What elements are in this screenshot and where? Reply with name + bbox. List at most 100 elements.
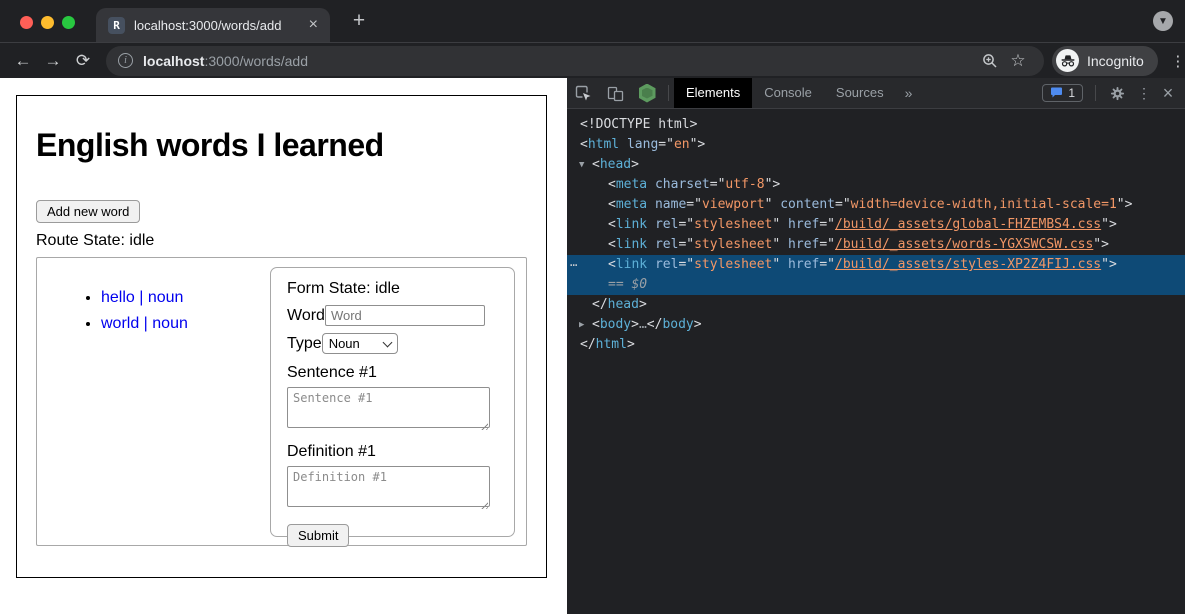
web-page: English words I learned Add new word Rou…: [0, 78, 567, 614]
devtools-close-icon[interactable]: ×: [1155, 83, 1181, 104]
minimize-window-button[interactable]: [41, 16, 54, 29]
dom-token: content: [780, 197, 835, 212]
dom-token: [647, 237, 655, 252]
tab-close-icon[interactable]: ×: [305, 16, 322, 34]
word-link[interactable]: hello | noun: [101, 289, 183, 306]
settings-gear-icon[interactable]: [1101, 78, 1133, 108]
dom-token: meta: [616, 197, 647, 212]
more-tabs-icon[interactable]: »: [896, 78, 922, 108]
dom-token: $0: [631, 277, 647, 292]
dom-line[interactable]: </html>: [567, 335, 1185, 355]
dom-line[interactable]: <meta name="viewport" content="width=dev…: [567, 195, 1185, 215]
dom-token: >: [631, 157, 639, 172]
forward-button[interactable]: →: [38, 51, 68, 71]
dom-token: html: [588, 137, 619, 152]
device-toolbar-icon[interactable]: [599, 78, 631, 108]
incognito-avatar-icon: [1056, 49, 1079, 72]
dom-token: head: [600, 157, 631, 172]
dom-token: =": [686, 197, 702, 212]
dom-token: <: [608, 217, 616, 232]
address-bar[interactable]: i localhost:3000/words/add ☆: [106, 46, 1044, 76]
dom-line[interactable]: == $0: [567, 275, 1185, 295]
dom-line[interactable]: <link rel="stylesheet" href="/build/_ass…: [567, 235, 1185, 255]
dom-token: rel: [655, 217, 678, 232]
dom-line[interactable]: <html lang="en">: [567, 135, 1185, 155]
browser-menu-icon[interactable]: ⋮: [1166, 52, 1185, 70]
devtools-tab-sources[interactable]: Sources: [824, 78, 896, 108]
devtools-panel: ElementsConsoleSources » 1 ⋮ × <!DOCTYPE…: [567, 78, 1185, 614]
dom-token: name: [655, 197, 686, 212]
definition-textarea[interactable]: [287, 466, 490, 507]
dom-token: meta: [616, 177, 647, 192]
expand-arrow-icon[interactable]: ▶: [579, 315, 592, 335]
dom-token: body: [662, 317, 693, 332]
dom-line[interactable]: <link rel="stylesheet" href="/build/_ass…: [567, 215, 1185, 235]
dom-token: rel: [655, 237, 678, 252]
app-container: English words I learned Add new word Rou…: [16, 95, 547, 578]
words-panel: hello | noun world | noun Form State: idl…: [36, 257, 527, 546]
inspect-element-icon[interactable]: [567, 78, 599, 108]
tab-search-button[interactable]: ▼: [1153, 11, 1173, 31]
close-window-button[interactable]: [20, 16, 33, 29]
collapse-arrow-icon[interactable]: ▼: [579, 155, 592, 175]
dom-token: [647, 217, 655, 232]
dom-line[interactable]: ⋯<link rel="stylesheet" href="/build/_as…: [567, 255, 1185, 275]
dom-line[interactable]: ▼<head>: [567, 155, 1185, 175]
dom-token: href: [788, 257, 819, 272]
devtools-toolbar-right: 1 ⋮ ×: [1042, 78, 1185, 108]
zoom-icon[interactable]: [976, 53, 1004, 69]
add-word-form: Form State: idle Word Type Noun: [270, 267, 515, 537]
devtools-tab-console[interactable]: Console: [752, 78, 824, 108]
submit-button[interactable]: Submit: [287, 524, 349, 547]
tab-title: localhost:3000/words/add: [134, 18, 305, 33]
dom-token: </: [647, 317, 663, 332]
devtools-menu-icon[interactable]: ⋮: [1133, 85, 1155, 102]
word-input[interactable]: [325, 305, 485, 326]
back-button[interactable]: ←: [8, 51, 38, 71]
extension-hexagon-icon[interactable]: [631, 78, 663, 108]
dom-token: html: [596, 337, 627, 352]
dom-line[interactable]: ▶<body>…</body>: [567, 315, 1185, 335]
list-item: world | noun: [101, 311, 188, 337]
type-select[interactable]: Noun: [322, 333, 398, 354]
stylesheet-link[interactable]: /build/_assets/words-YGXSWCSW.css: [835, 237, 1093, 252]
dom-token: link: [616, 217, 647, 232]
dom-token: ==: [608, 277, 631, 292]
dom-token: charset: [655, 177, 710, 192]
dom-line[interactable]: </head>: [567, 295, 1185, 315]
word-link[interactable]: world | noun: [101, 315, 188, 332]
dom-token: =": [710, 177, 726, 192]
dom-line[interactable]: <!DOCTYPE html>: [567, 115, 1185, 135]
incognito-badge[interactable]: Incognito: [1052, 46, 1158, 76]
new-tab-button[interactable]: +: [346, 8, 372, 34]
dom-token: lang: [627, 137, 658, 152]
dom-token: viewport: [702, 197, 765, 212]
sentence-label: Sentence #1: [287, 364, 498, 382]
site-info-icon[interactable]: i: [118, 53, 133, 68]
stylesheet-link[interactable]: /build/_assets/styles-XP2Z4FIJ.css: [835, 257, 1101, 272]
devtools-tab-elements[interactable]: Elements: [674, 78, 752, 108]
reload-button[interactable]: ⟳: [68, 51, 98, 71]
issues-badge[interactable]: 1: [1042, 84, 1083, 102]
window-controls: [20, 16, 75, 29]
stylesheet-link[interactable]: /build/_assets/global-FHZEMBS4.css: [835, 217, 1101, 232]
bookmark-star-icon[interactable]: ☆: [1004, 51, 1032, 71]
browser-tab[interactable]: R localhost:3000/words/add ×: [96, 8, 330, 42]
dom-token: <: [592, 157, 600, 172]
dom-token: body: [600, 317, 631, 332]
browser-toolbar: ← → ⟳ i localhost:3000/words/add ☆ Incog…: [0, 42, 1185, 78]
sentence-textarea[interactable]: [287, 387, 490, 428]
dom-token: =": [678, 257, 694, 272]
gutter-dots-icon: ⋯: [570, 255, 577, 275]
add-new-word-button[interactable]: Add new word: [36, 200, 140, 223]
dom-line[interactable]: <meta charset="utf-8">: [567, 175, 1185, 195]
maximize-window-button[interactable]: [62, 16, 75, 29]
dom-token: utf-8: [725, 177, 764, 192]
dom-token: ": [765, 197, 781, 212]
type-select-wrap: Noun: [322, 333, 398, 354]
dom-token: stylesheet: [694, 237, 772, 252]
list-item: hello | noun: [101, 285, 188, 311]
definition-textarea-wrap: [287, 466, 490, 512]
form-state-text: Form State: idle: [287, 280, 498, 298]
dom-token: =": [678, 217, 694, 232]
